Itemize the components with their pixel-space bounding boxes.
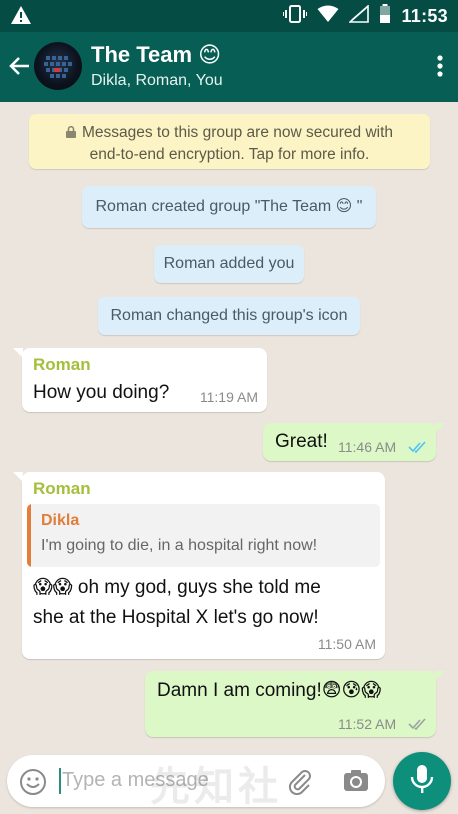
message-time: 11:46 AM xyxy=(338,439,397,455)
encryption-notice[interactable]: Messages to this group are now secured w… xyxy=(29,114,430,169)
quoted-text: I'm going to die, in a hospital right no… xyxy=(41,537,318,554)
status-bar: 11:53 xyxy=(0,0,458,32)
group-avatar[interactable] xyxy=(34,42,82,90)
system-message-text: Roman added you xyxy=(163,255,295,272)
bubble-tail xyxy=(13,348,23,358)
message-text-line2: she at the Hospital X let's go now! xyxy=(33,607,319,628)
watermark: 先知社 xyxy=(150,765,282,809)
incoming-message[interactable]: Roman How you doing? 11:19 AM xyxy=(13,348,267,412)
more-vert-icon[interactable] xyxy=(436,54,444,83)
clock: 11:53 xyxy=(401,5,448,26)
system-message-text: Roman created group "The Team 😊 " xyxy=(95,198,363,215)
bubble-tail xyxy=(13,472,23,482)
message-time: 11:52 AM xyxy=(338,716,397,732)
message-sender: Roman xyxy=(33,355,91,374)
system-message-text: Roman changed this group's icon xyxy=(110,307,348,324)
encryption-notice-line2: end-to-end encryption. Tap for more info… xyxy=(89,146,370,163)
text-cursor xyxy=(59,768,61,794)
chat-participants[interactable]: Dikla, Roman, You xyxy=(91,72,223,90)
bubble-tail xyxy=(435,671,445,681)
battery-icon xyxy=(379,3,391,29)
mic-icon xyxy=(409,763,435,800)
system-message: Roman added you xyxy=(154,245,304,283)
delivered-receipt-icon xyxy=(408,717,428,735)
message-text: Damn I am coming!😨😰😱 xyxy=(157,680,382,701)
mic-button[interactable] xyxy=(393,752,451,810)
outgoing-message[interactable]: Great! 11:46 AM xyxy=(263,423,445,461)
message-time: 11:19 AM xyxy=(199,389,258,405)
signal-icon xyxy=(348,3,370,28)
message-text-line1: 😱😱 oh my god, guys she told me xyxy=(33,577,321,598)
message-time: 11:50 AM xyxy=(317,636,376,652)
encryption-notice-line1: Messages to this group are now secured w… xyxy=(81,124,394,141)
bubble-tail xyxy=(435,423,445,433)
paperclip-icon[interactable] xyxy=(287,767,313,800)
emoji-icon[interactable] xyxy=(19,768,47,801)
outgoing-message[interactable]: Damn I am coming!😨😰😱 11:52 AM xyxy=(145,671,445,737)
back-arrow-icon[interactable] xyxy=(8,54,32,83)
quote-accent-bar xyxy=(27,504,31,567)
message-text: Great! xyxy=(275,431,328,452)
read-receipt-icon xyxy=(408,440,428,458)
wifi-icon xyxy=(317,5,339,28)
quoted-message[interactable]: Dikla I'm going to die, in a hospital ri… xyxy=(27,504,380,567)
message-text: How you doing? xyxy=(33,382,170,403)
chat-title[interactable]: The Team 😊 xyxy=(91,42,221,68)
system-message: Roman changed this group's icon xyxy=(98,297,360,335)
message-sender: Roman xyxy=(33,479,91,498)
system-message: Roman created group "The Team 😊 " xyxy=(82,186,376,228)
incoming-message[interactable]: Roman Dikla I'm going to die, in a hospi… xyxy=(13,472,385,659)
camera-icon[interactable] xyxy=(342,768,370,799)
message-list[interactable]: Messages to this group are now secured w… xyxy=(0,102,458,752)
quoted-sender: Dikla xyxy=(41,512,80,529)
vibrate-icon xyxy=(282,4,309,29)
lock-icon xyxy=(65,123,76,144)
warning-icon xyxy=(10,5,32,30)
chat-header: The Team 😊 Dikla, Roman, You xyxy=(0,32,458,102)
composer-bar: Type a message 先知社 xyxy=(0,752,458,814)
